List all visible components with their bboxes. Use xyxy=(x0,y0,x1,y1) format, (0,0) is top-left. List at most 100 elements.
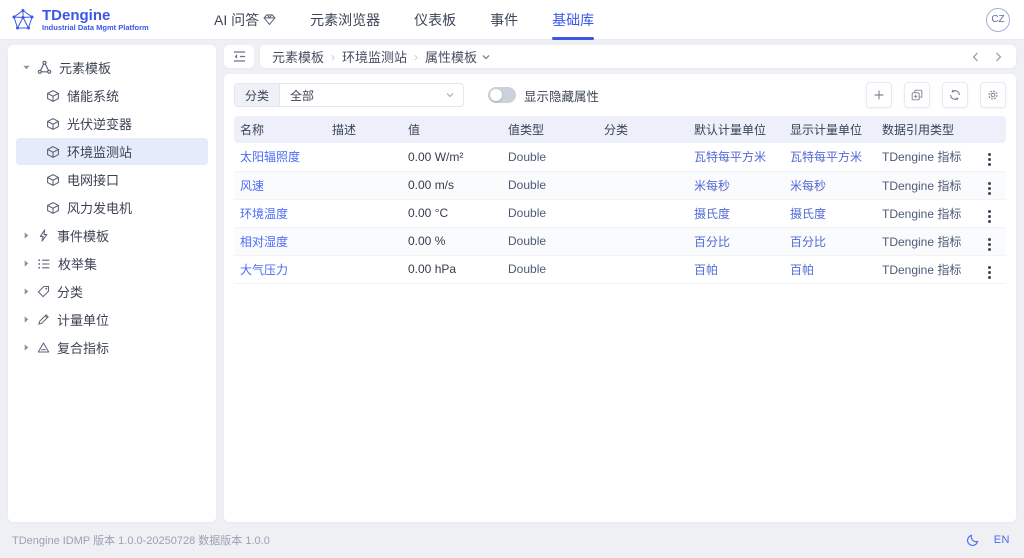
caret-right-icon[interactable] xyxy=(22,343,37,352)
sidebar-item-element-templates[interactable]: 元素模板 xyxy=(16,54,208,81)
cell-value: 0.00 hPa xyxy=(402,255,502,284)
row-actions-menu-icon[interactable] xyxy=(982,236,997,253)
sidebar-item-label: 光伏逆变器 xyxy=(67,117,133,132)
back-arrow-icon[interactable] xyxy=(970,51,982,63)
category-filter-value: 全部 xyxy=(290,88,315,103)
attributes-table: 名称 描述值值类型 分类 默认计量单位 显示计量单位 数据引用类型 太阳辐照度 0.00 W… xyxy=(234,116,1006,284)
sidebar-item-storage-system[interactable]: 储能系统 xyxy=(16,82,208,109)
sidebar-item-grid-interface[interactable]: 电网接口 xyxy=(16,166,208,193)
table-body: 太阳辐照度 0.00 W/m² Double 瓦特每平方米 瓦特每平方米 TDengine… xyxy=(234,143,1006,284)
top-header: TDengine Industrial Data Mgmt Platform A… xyxy=(0,0,1024,40)
cell-default_unit: 瓦特每平方米 xyxy=(688,143,784,172)
sidebar-item-enum-sets[interactable]: 枚举集 xyxy=(16,250,208,277)
row-actions-menu-icon[interactable] xyxy=(982,264,997,281)
category-filter-select[interactable]: 分类 全部 xyxy=(234,83,464,107)
row-actions-menu-icon[interactable] xyxy=(982,208,997,225)
breadcrumb: 元素模板 › 环境监测站 › 属性模板 xyxy=(272,47,970,66)
cell-data_ref_type: TDengine 指标 xyxy=(876,171,972,200)
cell-category xyxy=(598,227,688,256)
settings-button[interactable] xyxy=(980,82,1006,108)
category-filter-label: 分类 xyxy=(235,84,281,106)
breadcrumb-item-2[interactable]: 环境监测站 xyxy=(342,47,407,66)
cell-desc xyxy=(326,143,402,172)
cell-desc xyxy=(326,255,402,284)
sidebar-item-wind-turbine[interactable]: 风力发电机 xyxy=(16,194,208,221)
cell-data_ref_type: TDengine 指标 xyxy=(876,227,972,256)
dark-mode-moon-icon[interactable] xyxy=(966,533,980,547)
cell-desc xyxy=(326,227,402,256)
cell-actions xyxy=(972,227,1006,256)
breadcrumb-label: 环境监测站 xyxy=(342,50,408,65)
cell-name[interactable]: 太阳辐照度 xyxy=(234,143,326,172)
brand-subtitle: Industrial Data Mgmt Platform xyxy=(42,22,149,32)
cell-data_ref_type: TDengine 指标 xyxy=(876,199,972,228)
cell-category xyxy=(598,255,688,284)
breadcrumb-row: 元素模板 › 环境监测站 › 属性模板 xyxy=(224,45,1016,68)
row-actions-menu-icon[interactable] xyxy=(982,180,997,197)
breadcrumb-item-3[interactable]: 属性模板 xyxy=(425,47,491,66)
sidebar-item-label: 环境监测站 xyxy=(67,145,133,160)
caret-down-icon[interactable] xyxy=(22,63,37,72)
caret-right-icon[interactable] xyxy=(22,315,37,324)
cell-value_type: Double xyxy=(502,143,598,172)
sidebar-item-label: 枚举集 xyxy=(58,257,98,272)
cell-data_ref_type: TDengine 指标 xyxy=(876,255,972,284)
content-area: 元素模板 储能系统 光伏逆变器 环境监测站 电网接口 风力发电机 事件模板 枚举集 分类 计量单位… xyxy=(0,40,1024,528)
cell-default_unit: 米每秒 xyxy=(688,171,784,200)
batch-add-button[interactable] xyxy=(904,82,930,108)
table-row: 环境温度 0.00 °C Double 摄氏度 摄氏度 TDengine 指标 xyxy=(234,199,1006,228)
caret-right-icon[interactable] xyxy=(22,287,37,296)
breadcrumb-item-1[interactable]: 元素模板 xyxy=(272,47,324,66)
list-icon xyxy=(37,257,51,271)
nav-item-events[interactable]: 事件 xyxy=(490,0,518,40)
avatar[interactable]: CZ xyxy=(986,7,1010,32)
nav-item-element-browser[interactable]: 元素浏览器 xyxy=(310,0,380,40)
show-hidden-attrs-toggle[interactable] xyxy=(488,87,516,103)
cell-actions xyxy=(972,199,1006,228)
cube-icon xyxy=(46,89,60,103)
column-header-actions xyxy=(972,116,1006,143)
filter-toolbar: 分类 全部 显示隐藏属性 xyxy=(234,82,1006,108)
language-switch[interactable]: EN xyxy=(994,534,1010,546)
column-header-6: 默认计量单位 xyxy=(688,116,784,143)
cell-category xyxy=(598,171,688,200)
column-header-8: 数据引用类型 xyxy=(876,116,972,143)
cell-name[interactable]: 相对湿度 xyxy=(234,227,326,256)
nav-item-ai-qa[interactable]: AI 问答 xyxy=(214,0,276,40)
refresh-button[interactable] xyxy=(942,82,968,108)
column-header-3: 值 xyxy=(402,116,502,143)
cell-display_unit: 摄氏度 xyxy=(784,199,876,228)
sidebar-item-env-station[interactable]: 环境监测站 xyxy=(16,138,208,165)
breadcrumb-bar: 元素模板 › 环境监测站 › 属性模板 xyxy=(260,45,1016,68)
history-arrows xyxy=(970,51,1004,63)
cell-value: 0.00 % xyxy=(402,227,502,256)
sidebar-item-label: 元素模板 xyxy=(59,61,112,76)
cell-actions xyxy=(972,143,1006,172)
nav-item-dashboard[interactable]: 仪表板 xyxy=(414,0,456,40)
row-actions-menu-icon[interactable] xyxy=(982,151,997,168)
sidebar-item-measure-units[interactable]: 计量单位 xyxy=(16,306,208,333)
column-header-5: 分类 xyxy=(598,116,688,143)
sidebar-item-composite-metrics[interactable]: 复合指标 xyxy=(16,334,208,361)
main-nav: AI 问答 元素浏览器 仪表板 事件 基础库 xyxy=(214,0,986,40)
gear-icon xyxy=(986,88,1000,102)
cell-value_type: Double xyxy=(502,227,598,256)
sidebar-item-categories[interactable]: 分类 xyxy=(16,278,208,305)
add-button[interactable] xyxy=(866,82,892,108)
brand[interactable]: TDengine Industrial Data Mgmt Platform xyxy=(10,7,214,33)
cell-desc xyxy=(326,199,402,228)
cell-name[interactable]: 大气压力 xyxy=(234,255,326,284)
caret-right-icon[interactable] xyxy=(22,231,37,240)
sidebar-item-pv-inverter[interactable]: 光伏逆变器 xyxy=(16,110,208,137)
cell-name[interactable]: 风速 xyxy=(234,171,326,200)
nav-item-base-library[interactable]: 基础库 xyxy=(552,0,595,40)
cell-name[interactable]: 环境温度 xyxy=(234,199,326,228)
main-column: 元素模板 › 环境监测站 › 属性模板 分类 全部 显示隐藏属性 名称 描述 值… xyxy=(224,45,1016,522)
forward-arrow-icon[interactable] xyxy=(992,51,1004,63)
cell-value: 0.00 °C xyxy=(402,199,502,228)
sidebar-item-label: 风力发电机 xyxy=(67,201,133,216)
collapse-sidebar-button[interactable] xyxy=(224,45,254,68)
column-header-7: 显示计量单位 xyxy=(784,116,876,143)
sidebar-item-event-templates[interactable]: 事件模板 xyxy=(16,222,208,249)
caret-right-icon[interactable] xyxy=(22,259,37,268)
